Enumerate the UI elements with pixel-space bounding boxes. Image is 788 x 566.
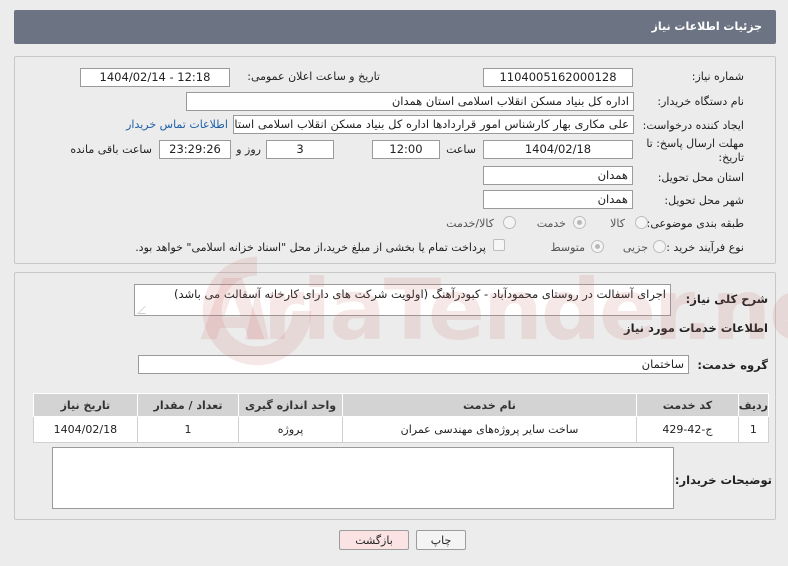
deadline-time-label: ساعت: [446, 143, 476, 156]
requester-field: علی مکاری بهار کارشناس امور قراردادها اد…: [233, 115, 634, 134]
requester-label: ایجاد کننده درخواست:: [642, 119, 744, 132]
col-service-code: کد خدمت: [636, 393, 739, 417]
buyer-contact-link[interactable]: اطلاعات تماس خریدار: [126, 118, 228, 131]
category-goods-service-radio[interactable]: [503, 216, 516, 229]
treasury-payment-checkbox[interactable]: [493, 239, 505, 251]
cell-need-date: 1404/02/18: [33, 416, 138, 443]
buyer-org-label: نام دستگاه خریدار:: [657, 95, 744, 108]
remaining-days-label: روز و: [236, 143, 261, 156]
deadline-time-field: 12:00: [372, 140, 440, 159]
services-table: ردیف کد خدمت نام خدمت واحد اندازه گیری ت…: [33, 393, 770, 443]
cell-row: 1: [737, 416, 770, 443]
category-label: طبقه بندی موضوعی:: [646, 217, 744, 230]
buyer-notes-label: توضیحات خریدار:: [674, 473, 772, 487]
process-type-label: نوع فرآیند خرید :: [666, 241, 744, 254]
col-service-name: نام خدمت: [341, 393, 638, 417]
col-unit: واحد اندازه گیری: [238, 393, 343, 417]
page-title: جزئیات اطلاعات نیاز: [14, 10, 776, 44]
deadline-date-field: 1404/02/18: [483, 140, 633, 159]
col-quantity: تعداد / مقدار: [136, 393, 240, 417]
treasury-payment-note: پرداخت تمام یا بخشی از مبلغ خرید،از محل …: [135, 241, 486, 254]
category-service-radio[interactable]: [573, 216, 586, 229]
city-label: شهر محل تحویل:: [664, 194, 744, 207]
process-medium-label: متوسط: [550, 241, 585, 254]
buyer-notes-textarea[interactable]: [52, 447, 674, 509]
col-row: ردیف: [737, 393, 770, 417]
back-button[interactable]: بازگشت: [339, 530, 409, 550]
announce-datetime-field: 1404/02/14 - 12:18: [80, 68, 230, 87]
remaining-time-field: 23:29:26: [159, 140, 231, 159]
services-section-title: اطلاعات خدمات مورد نیاز: [624, 321, 768, 335]
service-group-field: ساختمان: [138, 355, 689, 374]
remaining-days-field: 3: [266, 140, 334, 159]
buyer-org-field: اداره کل بنیاد مسکن انقلاب اسلامی استان …: [186, 92, 634, 111]
services-table-header: ردیف کد خدمت نام خدمت واحد اندازه گیری ت…: [33, 393, 770, 417]
table-row: 1 ج-42-429 ساخت سایر پروژه‌های مهندسی عم…: [33, 416, 770, 443]
need-number-label: شماره نیاز:: [691, 70, 744, 83]
cell-service-name: ساخت سایر پروژه‌های مهندسی عمران: [341, 416, 638, 443]
remaining-time-label: ساعت باقی مانده: [70, 143, 152, 156]
service-group-label: گروه خدمت:: [697, 358, 768, 372]
deadline-label: مهلت ارسال پاسخ: تا تاریخ:: [646, 137, 744, 164]
cell-unit: پروژه: [238, 416, 343, 443]
category-service-label: خدمت: [536, 217, 566, 230]
cell-quantity: 1: [136, 416, 240, 443]
need-number-field: 1104005162000128: [483, 68, 633, 87]
category-goods-radio[interactable]: [635, 216, 648, 229]
announce-datetime-label: تاریخ و ساعت اعلان عمومی:: [247, 70, 380, 83]
print-button[interactable]: چاپ: [416, 530, 466, 550]
province-label: استان محل تحویل:: [657, 171, 744, 184]
col-need-date: تاریخ نیاز: [33, 393, 138, 417]
category-goods-label: کالا: [610, 217, 625, 230]
process-minor-radio[interactable]: [653, 240, 666, 253]
city-field: همدان: [483, 190, 633, 209]
description-textarea[interactable]: اجرای آسفالت در روستای محمودآباد - کبودر…: [134, 284, 671, 316]
process-medium-radio[interactable]: [591, 240, 604, 253]
category-goods-service-label: کالا/خدمت: [446, 217, 494, 230]
process-minor-label: جزیی: [622, 241, 648, 254]
province-field: همدان: [483, 166, 633, 185]
cell-service-code: ج-42-429: [636, 416, 739, 443]
description-label: شرح کلی نیاز:: [685, 292, 768, 306]
